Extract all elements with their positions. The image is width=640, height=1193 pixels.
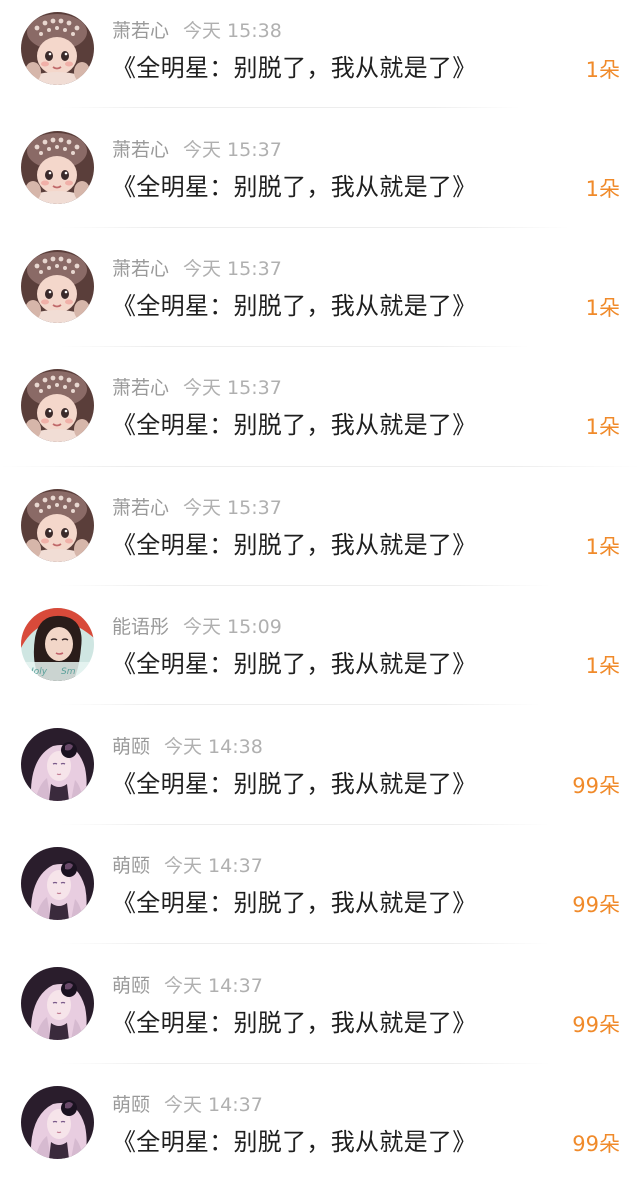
anime-girl-avatar-icon	[21, 1086, 94, 1159]
message-text: 《全明星：别脱了，我从就是了》	[112, 411, 477, 439]
message-meta: 萧若心 今天 15:37	[112, 136, 282, 164]
divider	[60, 346, 530, 347]
timestamp: 今天 14:37	[164, 975, 263, 997]
gift-count: 1朵	[585, 415, 620, 439]
username[interactable]: 萧若心	[112, 258, 169, 280]
gift-message-list: 萧若心 今天 15:38 《全明星：别脱了，我从就是了》 1朵 萧若心 今天 15:	[0, 0, 640, 1177]
anime-girl-avatar-icon	[21, 728, 94, 801]
timestamp: 今天 14:37	[164, 855, 263, 877]
message-text: 《全明星：别脱了，我从就是了》	[112, 650, 477, 678]
message-text: 《全明星：别脱了，我从就是了》	[112, 1128, 477, 1156]
message-meta: 萌颐 今天 14:37	[112, 852, 263, 880]
divider	[60, 227, 570, 228]
timestamp: 今天 15:37	[183, 139, 282, 161]
username[interactable]: 萌颐	[112, 855, 150, 877]
list-item[interactable]: 萧若心 今天 15:37 《全明星：别脱了，我从就是了》 1朵	[0, 357, 640, 476]
username[interactable]: 萌颐	[112, 1094, 150, 1116]
gift-count: 1朵	[585, 58, 620, 82]
avatar[interactable]	[21, 369, 94, 442]
gift-count: 99朵	[572, 774, 620, 798]
list-item[interactable]: 萌颐 今天 14:37 《全明星：别脱了，我从就是了》 99朵	[0, 1074, 640, 1193]
list-item[interactable]: 萌颐 今天 14:37 《全明星：别脱了，我从就是了》 99朵	[0, 955, 640, 1074]
list-item[interactable]: 萌颐 今天 14:37 《全明星：别脱了，我从就是了》 99朵	[0, 835, 640, 954]
message-meta: 萧若心 今天 15:37	[112, 374, 282, 402]
avatar[interactable]	[21, 1086, 94, 1159]
message-meta: 萧若心 今天 15:37	[112, 494, 282, 522]
timestamp: 今天 15:38	[183, 20, 282, 42]
doll-girl-avatar-icon	[21, 250, 94, 323]
message-meta: 萧若心 今天 15:38	[112, 17, 282, 45]
avatar[interactable]	[21, 131, 94, 204]
avatar[interactable]: Holy Sm	[21, 608, 94, 681]
message-meta: 萌颐 今天 14:37	[112, 972, 263, 1000]
timestamp: 今天 15:37	[183, 497, 282, 519]
doll-girl-avatar-icon	[21, 131, 94, 204]
gift-count: 1朵	[585, 654, 620, 678]
woman-portrait-avatar-icon: Holy Sm	[21, 608, 94, 681]
avatar[interactable]	[21, 728, 94, 801]
list-item[interactable]: 萧若心 今天 15:37 《全明星：别脱了，我从就是了》 1朵	[0, 238, 640, 357]
doll-girl-avatar-icon	[21, 369, 94, 442]
username[interactable]: 萧若心	[112, 20, 169, 42]
divider	[60, 943, 550, 944]
avatar[interactable]	[21, 967, 94, 1040]
list-item[interactable]: 萧若心 今天 15:37 《全明星：别脱了，我从就是了》 1朵	[0, 119, 640, 238]
message-text: 《全明星：别脱了，我从就是了》	[112, 173, 477, 201]
doll-girl-avatar-icon	[21, 489, 94, 562]
message-text: 《全明星：别脱了，我从就是了》	[112, 292, 477, 320]
username[interactable]: 萧若心	[112, 377, 169, 399]
gift-count: 1朵	[585, 535, 620, 559]
message-meta: 萌颐 今天 14:37	[112, 1091, 263, 1119]
message-meta: 萧若心 今天 15:37	[112, 255, 282, 283]
timestamp: 今天 15:37	[183, 377, 282, 399]
avatar[interactable]	[21, 12, 94, 85]
username[interactable]: 萧若心	[112, 497, 169, 519]
message-text: 《全明星：别脱了，我从就是了》	[112, 54, 477, 82]
avatar[interactable]	[21, 250, 94, 323]
svg-text:Sm: Sm	[61, 667, 76, 677]
avatar[interactable]	[21, 847, 94, 920]
username[interactable]: 萧若心	[112, 139, 169, 161]
list-item[interactable]: 萧若心 今天 15:37 《全明星：别脱了，我从就是了》 1朵	[0, 477, 640, 596]
message-text: 《全明星：别脱了，我从就是了》	[112, 1009, 477, 1037]
timestamp: 今天 15:09	[183, 616, 282, 638]
divider	[0, 466, 640, 467]
message-text: 《全明星：别脱了，我从就是了》	[112, 770, 477, 798]
gift-count: 99朵	[572, 1013, 620, 1037]
username[interactable]: 能语彤	[112, 616, 169, 638]
divider	[60, 704, 540, 705]
gift-count: 99朵	[572, 893, 620, 917]
gift-count: 1朵	[585, 296, 620, 320]
message-meta: 萌颐 今天 14:38	[112, 733, 263, 761]
list-item[interactable]: Holy Sm 能语彤 今天 15:09 《全明星：别脱了，我从就是了》 1朵	[0, 596, 640, 715]
list-item[interactable]: 萧若心 今天 15:38 《全明星：别脱了，我从就是了》 1朵	[0, 0, 640, 119]
list-item[interactable]: 萌颐 今天 14:38 《全明星：别脱了，我从就是了》 99朵	[0, 716, 640, 835]
message-text: 《全明星：别脱了，我从就是了》	[112, 531, 477, 559]
doll-girl-avatar-icon	[21, 12, 94, 85]
username[interactable]: 萌颐	[112, 736, 150, 758]
svg-text:Holy: Holy	[27, 667, 48, 677]
username[interactable]: 萌颐	[112, 975, 150, 997]
divider	[60, 824, 550, 825]
divider	[60, 585, 550, 586]
avatar[interactable]	[21, 489, 94, 562]
divider	[60, 107, 520, 108]
gift-count: 1朵	[585, 177, 620, 201]
message-meta: 能语彤 今天 15:09	[112, 613, 282, 641]
timestamp: 今天 14:37	[164, 1094, 263, 1116]
anime-girl-avatar-icon	[21, 847, 94, 920]
timestamp: 今天 14:38	[164, 736, 263, 758]
divider	[60, 1063, 550, 1064]
timestamp: 今天 15:37	[183, 258, 282, 280]
message-text: 《全明星：别脱了，我从就是了》	[112, 889, 477, 917]
anime-girl-avatar-icon	[21, 967, 94, 1040]
gift-count: 99朵	[572, 1132, 620, 1156]
